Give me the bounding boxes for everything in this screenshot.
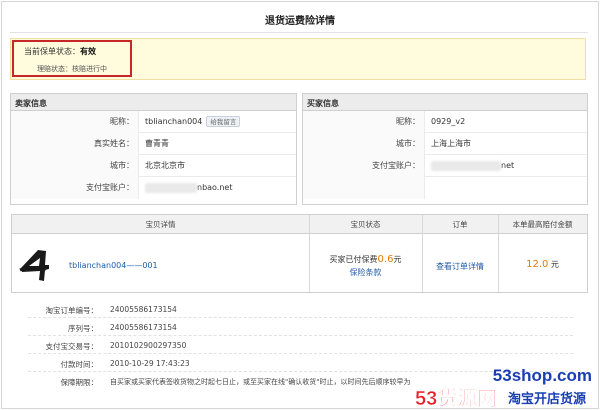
serial-value: 24005586173154 [110, 323, 177, 332]
watermark-tagline: 淘宝开店货源 [508, 391, 587, 406]
seller-nick-text: tblianchan004 [145, 117, 203, 126]
buyer-city-label: 城市： [303, 133, 425, 155]
coverage-value: 自买家或买家代表签收货物之时起七日止，或至买家在线"确认收货"时止，以时间先后顺… [110, 378, 411, 386]
order-id-label: 淘宝订单编号： [45, 306, 99, 315]
seller-alipay-value: nbao.net [145, 177, 232, 199]
leave-message-button[interactable]: 给我留言 [206, 116, 241, 127]
view-order-link[interactable]: 查看订单详情 [436, 262, 484, 271]
claim-status: 理赔状态：核赔进行中 [37, 64, 107, 74]
claim-status-label: 理赔状态： [37, 65, 72, 73]
detail-row-order-id: 淘宝订单编号： 24005586173154 [28, 302, 573, 318]
max-payout-unit: 元 [550, 260, 559, 269]
redacted-blur [145, 182, 197, 193]
seller-row-alipay: 支付宝账户： nbao.net [11, 177, 296, 199]
buyer-panel-heading: 买家信息 [303, 94, 587, 111]
buyer-alipay-text: net [501, 161, 515, 170]
item-thumbnail-image[interactable] [16, 248, 52, 282]
header-item-state: 宝贝状态 [309, 215, 422, 234]
alipay-trade-label: 支付宝交易号： [45, 342, 99, 351]
serial-label: 序列号： [68, 324, 98, 333]
buyer-row-nick: 昵称： 0929_v2 [303, 111, 587, 133]
title-divider [10, 32, 588, 33]
pay-time-label: 付款时间： [60, 360, 99, 369]
buyer-nick-label: 昵称： [303, 111, 425, 133]
header-max-payout: 本单最高赔付金额 [498, 215, 587, 234]
order-cell: 查看订单详情 [422, 261, 498, 272]
seller-alipay-label: 支付宝账户： [11, 177, 139, 199]
page-title: 退货运费险详情 [265, 16, 335, 27]
premium-amount: 0.6 [377, 254, 394, 265]
policy-status: 当前保单状态：有效 [24, 46, 96, 57]
seller-realname-label: 真实姓名： [11, 133, 139, 155]
seller-row-nick: 昵称： tblianchan004 给我留言 [11, 111, 296, 133]
premium-paid-label: 买家已付保费 [329, 255, 378, 264]
premium-unit: 元 [393, 255, 402, 264]
detail-row-pay-time: 付款时间： 2010-10-29 17:43:23 [28, 356, 573, 372]
detail-row-serial: 序列号： 24005586173154 [28, 320, 573, 336]
buyer-row-empty [303, 177, 587, 199]
seller-row-realname: 真实姓名： 曹青青 [11, 133, 296, 155]
order-id-value: 24005586173154 [110, 305, 177, 314]
watermark-brand: 53货源网 [415, 388, 498, 410]
seller-city-value: 北京北京市 [145, 161, 185, 170]
seller-nick-label: 昵称： [11, 111, 139, 133]
claim-status-value: 核赔进行中 [72, 65, 107, 73]
seller-alipay-text: nbao.net [197, 183, 233, 192]
seller-panel-heading: 卖家信息 [11, 94, 296, 111]
seller-nick-value: tblianchan004 给我留言 [145, 111, 241, 133]
buyer-city-value: 上海上海市 [431, 139, 471, 148]
buyer-alipay-label: 支付宝账户： [303, 155, 425, 177]
column-divider [422, 215, 423, 292]
policy-status-label: 当前保单状态： [24, 47, 80, 56]
header-order: 订单 [422, 215, 498, 234]
watermark-url: 53shop.com [492, 366, 592, 385]
detail-row-alipay-trade: 支付宝交易号： 2010102900297350 [28, 338, 573, 354]
max-payout-cell: 12.0 元 [498, 259, 587, 270]
seller-city-label: 城市： [11, 155, 139, 177]
seller-panel: 卖家信息 昵称： tblianchan004 给我留言 真实姓名： 曹青青 城市：… [10, 93, 297, 205]
item-name-link[interactable]: tblianchan004——001 [69, 261, 158, 270]
column-divider [498, 215, 499, 292]
header-item-detail: 宝贝详情 [12, 215, 309, 234]
item-state-cell: 买家已付保费0.6元 保险条款 [309, 254, 422, 278]
buyer-nick-value: 0929_v2 [431, 117, 466, 126]
seller-realname-value: 曹青青 [145, 139, 169, 148]
max-payout-amount: 12.0 [526, 259, 549, 270]
alipay-trade-value: 2010102900297350 [110, 341, 187, 350]
coverage-label: 保障期限： [60, 378, 99, 387]
buyer-alipay-value: net [431, 155, 514, 177]
policy-terms-link[interactable]: 保险条款 [309, 267, 422, 278]
buyer-panel: 买家信息 昵称： 0929_v2 城市： 上海上海市 支付宝账户： net [302, 93, 588, 205]
item-table: 宝贝详情 宝贝状态 订单 本单最高赔付金额 tblianchan004——001… [11, 214, 588, 293]
buyer-row-alipay: 支付宝账户： net [303, 155, 587, 177]
policy-status-value: 有效 [80, 47, 96, 56]
item-name-text[interactable]: tblianchan004——001 [69, 261, 158, 270]
pay-time-value: 2010-10-29 17:43:23 [110, 359, 190, 368]
buyer-empty-label [303, 177, 425, 199]
seller-row-city: 城市： 北京北京市 [11, 155, 296, 177]
buyer-row-city: 城市： 上海上海市 [303, 133, 587, 155]
redacted-blur [431, 160, 501, 171]
